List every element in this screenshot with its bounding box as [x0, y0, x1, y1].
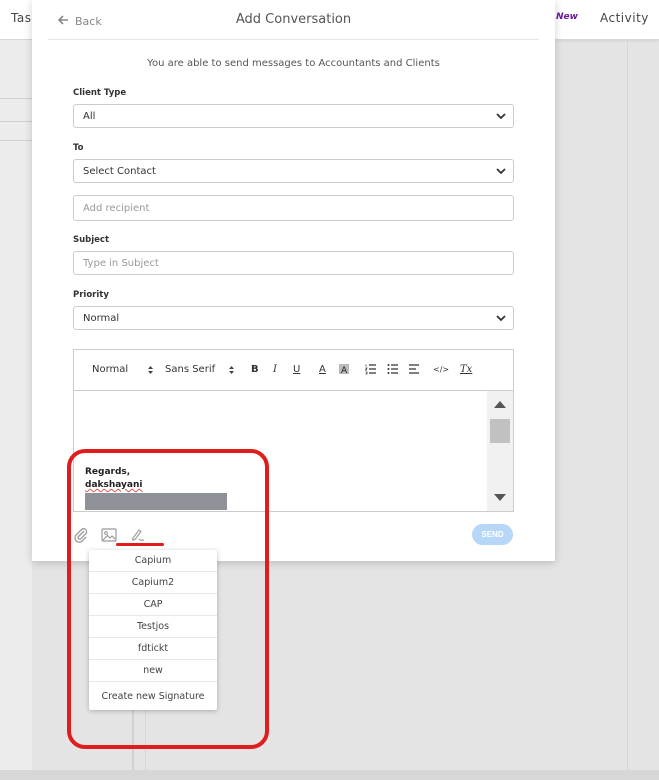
code-button[interactable]: </> — [433, 365, 449, 374]
bullet-list-icon[interactable] — [387, 363, 399, 375]
scroll-down-icon[interactable] — [494, 494, 506, 501]
bold-button[interactable]: B — [251, 364, 259, 375]
subject-placeholder: Type in Subject — [83, 257, 159, 269]
bg-divider — [0, 98, 32, 99]
add-recipient-input[interactable]: Add recipient — [73, 195, 514, 221]
priority-value: Normal — [83, 312, 120, 324]
scroll-thumb[interactable] — [490, 419, 510, 443]
new-badge: New — [556, 12, 578, 22]
priority-label: Priority — [73, 290, 109, 300]
subject-input[interactable]: Type in Subject — [73, 251, 514, 275]
client-type-value: All — [83, 110, 96, 122]
client-type-label: Client Type — [73, 88, 127, 98]
align-icon[interactable] — [408, 363, 420, 375]
bg-left-panel — [0, 40, 32, 780]
client-type-select[interactable]: All — [73, 104, 514, 128]
to-select[interactable]: Select Contact — [73, 159, 514, 183]
bg-column-divider — [627, 40, 628, 772]
clear-format-button[interactable]: Tx — [460, 364, 472, 375]
scroll-up-icon[interactable] — [494, 401, 506, 408]
annotation-highlight — [67, 449, 269, 749]
size-picker[interactable]: Normal — [92, 364, 128, 375]
modal-title: Add Conversation — [235, 12, 352, 27]
add-recipient-placeholder: Add recipient — [83, 202, 150, 214]
ordered-list-icon[interactable] — [365, 363, 377, 375]
background-color-icon[interactable]: A — [338, 363, 350, 375]
to-value: Select Contact — [83, 165, 156, 177]
chevron-down-icon — [496, 113, 506, 120]
updown-icon — [229, 366, 234, 374]
chevron-down-icon — [496, 315, 506, 322]
to-label: To — [73, 143, 84, 153]
font-picker[interactable]: Sans Serif — [165, 364, 215, 375]
intro-text: You are able to send messages to Account… — [147, 58, 440, 69]
updown-icon — [148, 366, 153, 374]
subject-label: Subject — [73, 235, 110, 245]
bg-tab-tasks[interactable]: Tas — [11, 11, 31, 25]
bg-divider — [0, 121, 32, 122]
text-color-button[interactable]: A — [319, 364, 326, 375]
editor-toolbar: Normal Sans Serif B I U A A </> Tx — [74, 350, 513, 391]
send-button[interactable]: SEND — [472, 524, 513, 545]
bg-tab-activity[interactable]: Activity — [600, 11, 649, 25]
svg-text:A: A — [341, 366, 348, 375]
italic-button[interactable]: I — [273, 364, 277, 375]
bg-divider — [0, 140, 32, 141]
underline-button[interactable]: U — [293, 364, 300, 375]
modal-header: Back Add Conversation — [32, 0, 555, 40]
bg-bottom-bar — [0, 770, 659, 780]
priority-select[interactable]: Normal — [73, 306, 514, 330]
chevron-down-icon — [496, 168, 506, 175]
header-divider — [48, 39, 539, 40]
editor-scrollbar[interactable] — [487, 391, 513, 511]
